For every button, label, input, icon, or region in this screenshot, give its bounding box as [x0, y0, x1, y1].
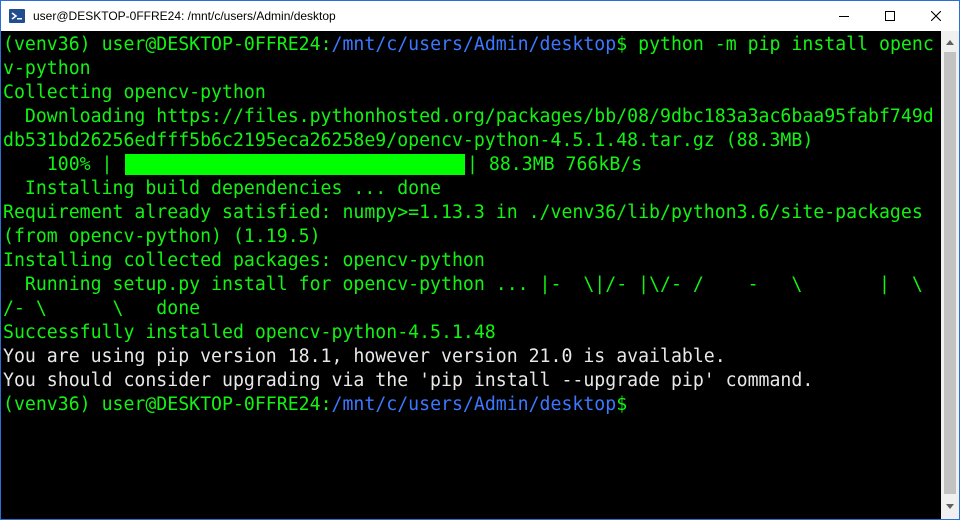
- output-pip-upgrade: You should consider upgrading via the 'p…: [3, 370, 814, 391]
- prompt-line-final: (venv36) user@DESKTOP-0FFRE24:/mnt/c/use…: [3, 393, 627, 417]
- window-title: user@DESKTOP-0FFRE24: /mnt/c/users/Admin…: [33, 9, 336, 23]
- close-icon: [931, 11, 941, 21]
- scroll-up-button[interactable]: [941, 33, 959, 51]
- prompt-colon: :: [320, 34, 332, 55]
- terminal-icon: [9, 8, 25, 24]
- output-downloading-2: db531bd26256edfff5b6c2195eca26258e9/open…: [3, 130, 814, 151]
- vertical-scrollbar[interactable]: [941, 31, 959, 519]
- prompt-user-host: user@DESKTOP-0FFRE24: [101, 394, 321, 415]
- minimize-button[interactable]: [821, 1, 867, 31]
- output-progress-percent: 100% |: [3, 154, 113, 175]
- prompt-path: /mnt/c/users/Admin/desktop: [331, 34, 617, 55]
- prompt-line: (venv36) user@DESKTOP-0FFRE24:/mnt/c/use…: [3, 33, 934, 57]
- chevron-up-icon: [946, 40, 954, 45]
- prompt-path: /mnt/c/users/Admin/desktop: [331, 394, 617, 415]
- terminal-output[interactable]: (venv36) user@DESKTOP-0FFRE24:/mnt/c/use…: [1, 31, 941, 519]
- prompt-dollar: $: [616, 34, 628, 55]
- prompt-env: (venv36): [3, 34, 102, 55]
- prompt-dollar: $: [616, 394, 628, 415]
- output-running-1: Running setup.py install for opencv-pyth…: [3, 274, 923, 295]
- output-running-2: /- \ \ done: [3, 298, 201, 319]
- output-downloading-1: Downloading https://files.pythonhosted.o…: [3, 106, 934, 127]
- output-requirement-2: (from opencv-python) (1.19.5): [3, 226, 321, 247]
- output-installing: Installing collected packages: opencv-py…: [3, 250, 485, 271]
- close-button[interactable]: [913, 1, 959, 31]
- prompt-colon: :: [320, 394, 332, 415]
- scrollbar-thumb[interactable]: [944, 52, 956, 494]
- command-text: python -m pip install openc: [627, 34, 934, 55]
- maximize-button[interactable]: [867, 1, 913, 31]
- terminal-window: user@DESKTOP-0FFRE24: /mnt/c/users/Admin…: [0, 0, 960, 520]
- minimize-icon: [839, 16, 849, 17]
- title-bar[interactable]: user@DESKTOP-0FFRE24: /mnt/c/users/Admin…: [1, 1, 959, 31]
- command-continuation: v-python: [3, 58, 91, 79]
- prompt-user-host: user@DESKTOP-0FFRE24: [101, 34, 321, 55]
- prompt-env: (venv36): [3, 394, 102, 415]
- output-pip-version: You are using pip version 18.1, however …: [3, 346, 726, 367]
- output-success: Successfully installed opencv-python-4.5…: [3, 322, 496, 343]
- output-build-deps: Installing build dependencies ... done: [3, 178, 441, 199]
- maximize-icon: [885, 11, 895, 21]
- download-progress-bar: [125, 154, 465, 175]
- output-requirement-1: Requirement already satisfied: numpy>=1.…: [3, 202, 923, 223]
- scroll-down-button[interactable]: [941, 498, 959, 516]
- output-progress-end: | 88.3MB 766kB/s: [467, 154, 643, 175]
- output-collecting: Collecting opencv-python: [3, 82, 266, 103]
- chevron-down-icon: [946, 504, 954, 509]
